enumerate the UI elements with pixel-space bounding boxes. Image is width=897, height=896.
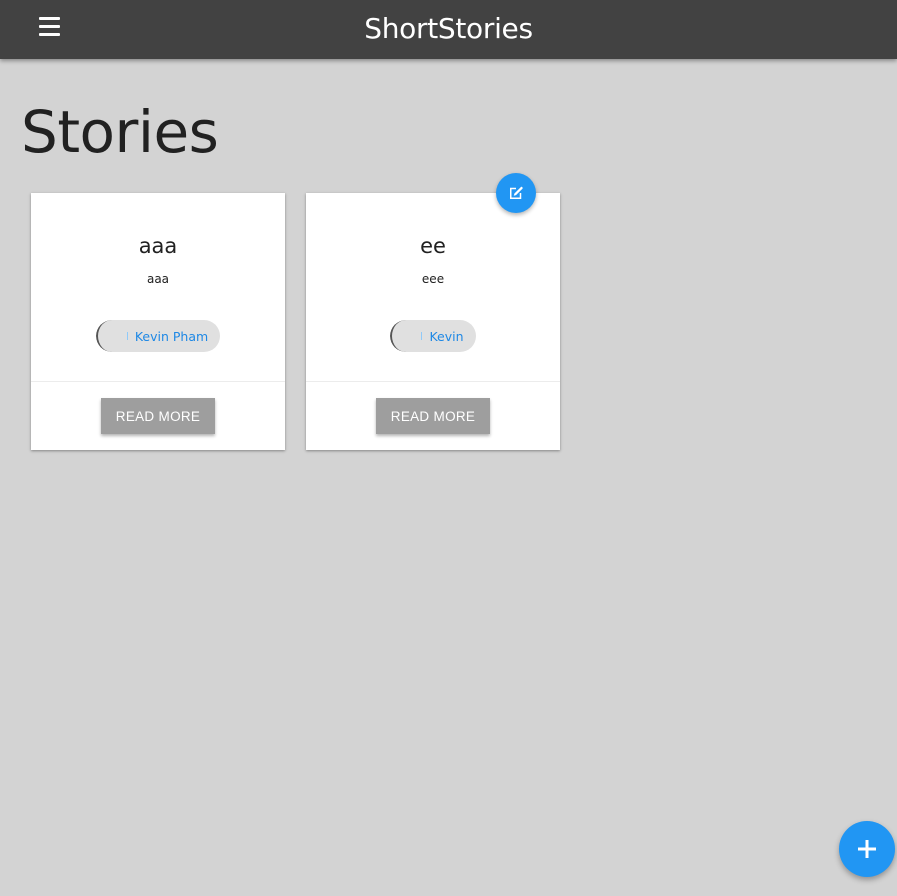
edit-story-button[interactable] — [496, 173, 536, 213]
story-card: ee eee Kevin READ MORE — [306, 193, 560, 450]
author-chip[interactable]: Kevin — [390, 320, 476, 352]
avatar — [95, 320, 128, 352]
card-divider — [31, 381, 285, 382]
author-name: Kevin Pham — [134, 328, 209, 344]
page-title: Stories — [21, 98, 219, 166]
story-subtitle: aaa — [146, 272, 170, 286]
story-card: aaa aaa Kevin Pham READ MORE — [31, 193, 285, 450]
read-more-button[interactable]: READ MORE — [101, 398, 215, 434]
edit-icon — [510, 186, 523, 199]
plus-icon — [858, 840, 876, 858]
app-title: ShortStories — [364, 12, 533, 45]
author-name: Kevin — [429, 328, 464, 344]
avatar — [390, 320, 423, 352]
story-subtitle: eee — [421, 272, 445, 286]
story-title: aaa — [138, 234, 178, 258]
add-story-button[interactable] — [839, 821, 895, 877]
card-divider — [306, 381, 560, 382]
story-title: ee — [420, 234, 446, 258]
app-bar: ShortStories — [0, 0, 897, 59]
read-more-button[interactable]: READ MORE — [376, 398, 490, 434]
author-chip[interactable]: Kevin Pham — [95, 320, 221, 352]
